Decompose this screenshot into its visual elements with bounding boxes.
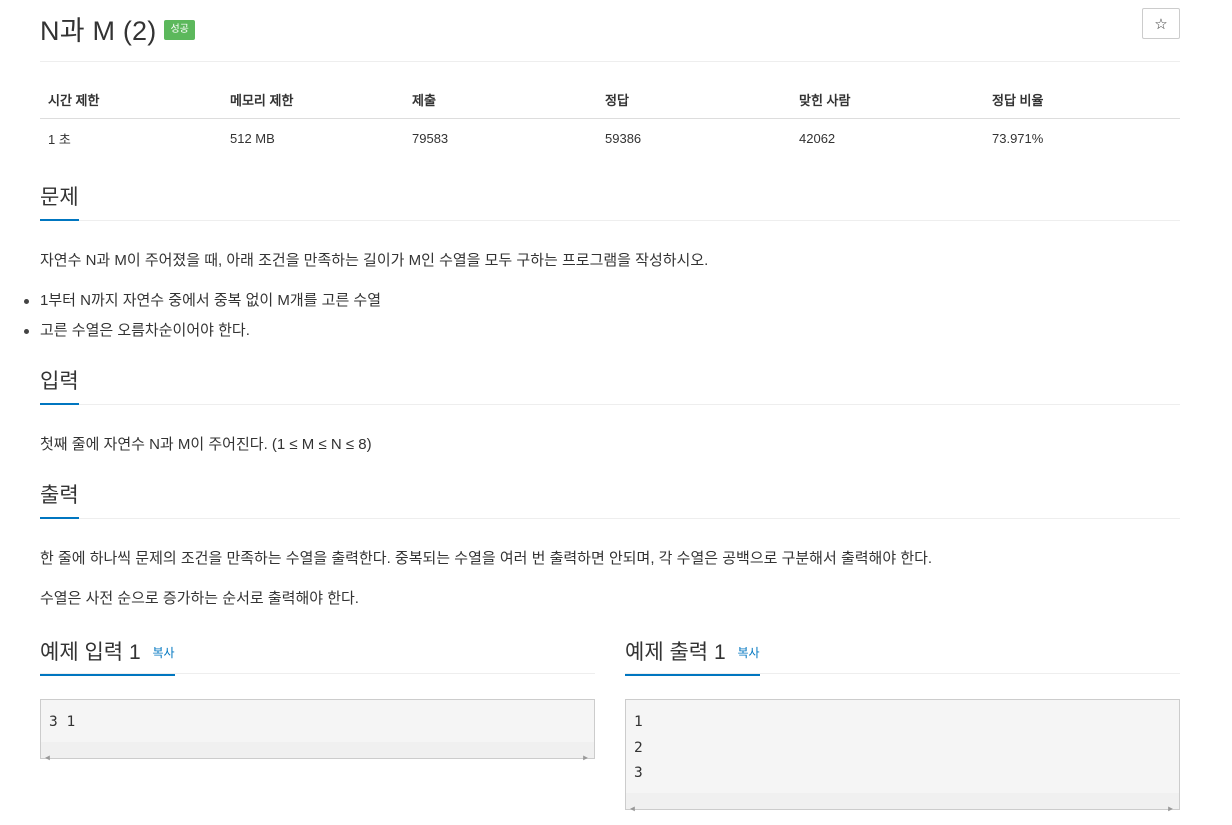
problem-title: N과 M (2)	[40, 15, 157, 46]
header-accepted: 정답	[597, 80, 791, 119]
sample-output-box[interactable]: 1 2 3 ◀ ▶	[625, 699, 1180, 813]
problem-info-table: 시간 제한 메모리 제한 제출 정답 맞힌 사람 정답 비율 1 초 512 M…	[40, 80, 1180, 158]
problem-section-header: 문제	[40, 181, 1180, 221]
list-item: 1부터 N까지 자연수 중에서 중복 없이 M개를 고른 수열	[23, 291, 381, 321]
status-badge: 성공	[164, 20, 195, 40]
divider	[40, 61, 1180, 62]
header-time-limit: 시간 제한	[40, 80, 222, 119]
value-memory-limit: 512 MB	[230, 131, 275, 146]
sample-input-column: 예제 입력 1 복사 3 1 ◀ ▶	[40, 634, 595, 762]
input-section-header: 입력	[40, 365, 1180, 405]
output-section-header: 출력	[40, 479, 1180, 519]
info-header-row: 시간 제한 메모리 제한 제출 정답 맞힌 사람 정답 비율	[40, 80, 1180, 119]
star-icon: ☆	[1154, 15, 1168, 33]
sample-output-column: 예제 출력 1 복사 1 2 3 ◀ ▶	[625, 634, 1180, 813]
header-memory-limit: 메모리 제한	[222, 80, 404, 119]
title-row: N과 M (2) 성공	[40, 8, 195, 48]
sample-output-value: 1 2 3	[634, 714, 643, 781]
condition-list: 1부터 N까지 자연수 중에서 중복 없이 M개를 고른 수열 고른 수열은 오…	[23, 291, 381, 351]
output-description-1: 한 줄에 하나씩 문제의 조건을 만족하는 수열을 출력한다. 중복되는 수열을…	[40, 550, 933, 567]
sample-input-heading: 예제 입력 1	[40, 641, 141, 664]
copy-input-button[interactable]: 복사	[152, 646, 174, 660]
problem-heading: 문제	[40, 185, 79, 221]
header-solved-users: 맞힌 사람	[791, 80, 984, 119]
value-solved-users: 42062	[799, 131, 836, 146]
sample-output-header: 예제 출력 1 복사	[625, 634, 1180, 676]
output-description-2: 수열은 사전 순으로 증가하는 순서로 출력해야 한다.	[40, 590, 359, 607]
header-submissions: 제출	[404, 80, 597, 119]
scroll-right-icon[interactable]: ▶	[1168, 796, 1173, 822]
scroll-right-icon[interactable]: ▶	[583, 745, 588, 771]
value-time-limit: 1 초	[48, 132, 71, 147]
output-heading: 출력	[40, 483, 79, 519]
list-item: 고른 수열은 오름차순이어야 한다.	[23, 321, 381, 351]
sample-input-box[interactable]: 3 1 ◀ ▶	[40, 699, 595, 762]
horizontal-scrollbar[interactable]: ◀ ▶	[41, 742, 594, 762]
sample-input-value: 3 1	[49, 714, 76, 730]
problem-description: 자연수 N과 M이 주어졌을 때, 아래 조건을 만족하는 길이가 M인 수열을…	[40, 252, 709, 269]
input-heading: 입력	[40, 369, 79, 405]
header-accept-ratio: 정답 비율	[984, 80, 1180, 119]
favorite-button[interactable]: ☆	[1142, 8, 1180, 39]
scroll-left-icon[interactable]: ◀	[45, 745, 50, 771]
info-value-row: 1 초 512 MB 79583 59386 42062 73.971%	[40, 119, 1180, 159]
sample-input-header: 예제 입력 1 복사	[40, 634, 595, 676]
sample-output-heading: 예제 출력 1	[625, 641, 726, 664]
scroll-left-icon[interactable]: ◀	[630, 796, 635, 822]
value-accept-ratio: 73.971%	[992, 131, 1044, 146]
value-accepted: 59386	[605, 131, 642, 146]
input-description: 첫째 줄에 자연수 N과 M이 주어진다. (1 ≤ M ≤ N ≤ 8)	[40, 436, 372, 453]
value-submissions: 79583	[412, 131, 449, 146]
copy-output-button[interactable]: 복사	[737, 646, 759, 660]
horizontal-scrollbar[interactable]: ◀ ▶	[626, 793, 1179, 813]
